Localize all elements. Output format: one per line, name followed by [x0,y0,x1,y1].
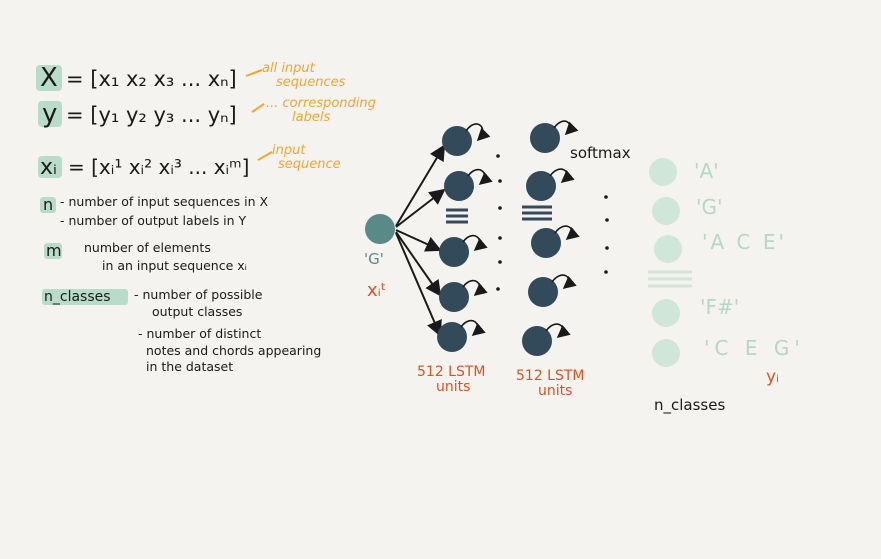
lstm1-node [437,322,467,352]
nclasses-def-line4: notes and chords appearing [146,343,321,358]
lstm1-node [439,237,469,267]
lstm2-node [528,277,558,307]
lstm1-node [444,171,474,201]
nclasses-def-line2: output classes [152,304,242,319]
output-label: 'A C E' [702,230,787,254]
x-note-line2: sequences [276,75,346,90]
n-def-line2: - number of output labels in Y [60,213,247,228]
m-def-line2: in an input sequence xᵢ [102,258,247,273]
nclasses-def-line3: - number of distinct [138,326,261,341]
y-symbol: y [42,99,57,129]
lstm2-node [522,326,552,356]
x-note-line1: all input [262,61,316,76]
connection-dots-2 [604,195,609,274]
m-def-line1: number of elements [84,240,211,255]
y-note-line1: ... corresponding [266,96,376,111]
xi-note-arrow [257,151,273,161]
lstm-layer-1 [437,123,493,352]
input-node [365,214,395,244]
lstm-diagram: X = [x₁ x₂ x₃ ... xₙ] all input sequence… [36,61,805,415]
lstm2-node [531,228,561,258]
output-node [652,197,680,225]
input-label: 'G' [364,250,384,268]
output-layer [648,158,692,367]
xi-sequence: = [xᵢ¹ xᵢ² xᵢ³ ... xᵢᵐ] [68,155,249,179]
connection-dots-1 [496,154,502,291]
lstm1-ellipsis-bars [446,208,468,224]
output-label: 'G' [696,195,723,219]
lstm2-node [526,171,556,201]
xi-note-line1: input [272,143,306,158]
lstm1-node [439,282,469,312]
diagram-canvas: X = [x₁ x₂ x₃ ... xₙ] all input sequence… [0,0,881,555]
input-symbol: xᵢᵗ [367,280,386,301]
nclasses-def-line5: in the dataset [146,359,233,374]
output-ellipsis-bars [648,270,692,288]
lstm-layer-2 [522,120,580,356]
lstm2-node [530,123,560,153]
output-node [654,235,682,263]
x-sequence: = [x₁ x₂ x₃ ... xₙ] [66,67,237,91]
lstm2-ellipsis-bars [522,205,552,221]
xi-symbol: xᵢ [40,155,57,180]
output-node [652,339,680,367]
output-caption: n_classes [654,396,725,415]
output-label: 'A' [694,159,719,183]
xi-note-line2: sequence [278,157,341,172]
n-def-line1: - number of input sequences in X [60,194,268,209]
softmax-label: softmax [570,144,631,162]
y-note-arrow [251,103,265,113]
y-sequence: = [y₁ y₂ y₃ ... yₙ] [66,103,237,127]
output-symbol: yᵢ [766,367,779,387]
layer2-label-line2: units [538,383,572,399]
output-label: 'F#' [700,295,739,319]
output-node [649,158,677,186]
x-symbol: X [40,63,58,93]
x-note-arrow [245,69,263,77]
input-connections [395,144,446,337]
layer1-label-line2: units [436,379,470,395]
output-label: 'C E G' [704,336,805,360]
nclasses-term: n_classes [44,289,111,305]
n-term: n [43,195,53,214]
y-note-line2: labels [292,110,330,125]
layer2-label-line1: 512 LSTM [516,368,585,384]
nclasses-def-line1: - number of possible [134,287,263,302]
lstm1-node [442,126,472,156]
m-term: m [46,241,62,260]
layer1-label-line1: 512 LSTM [417,364,486,380]
output-node [652,299,680,327]
